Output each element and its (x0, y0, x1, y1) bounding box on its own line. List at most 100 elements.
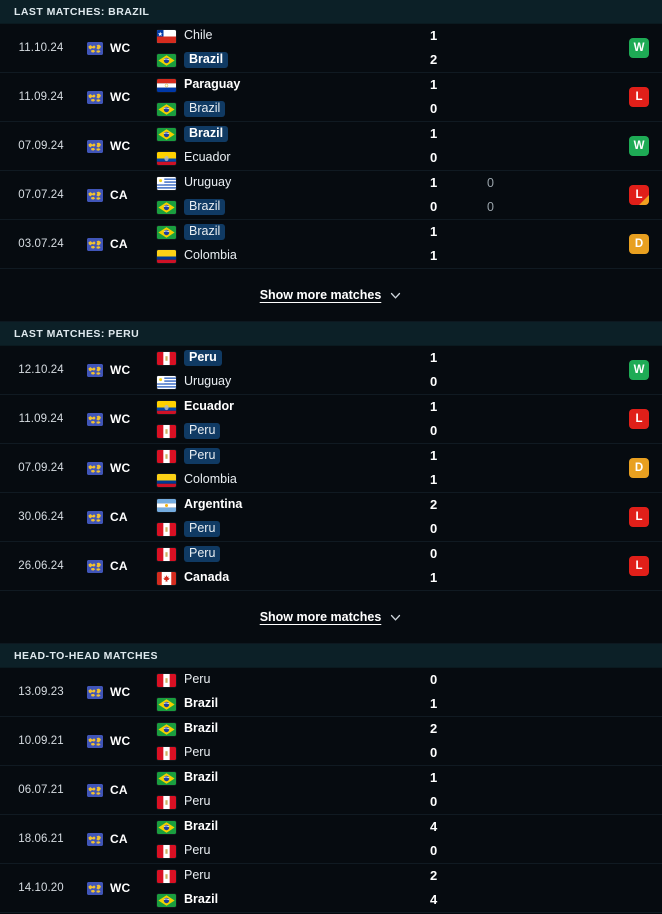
away-team-line[interactable]: Brazil (157, 101, 662, 117)
away-team-name[interactable]: Peru (184, 521, 221, 537)
home-team-line[interactable]: Peru (157, 350, 662, 366)
home-team-name[interactable]: Brazil (184, 721, 218, 737)
home-team-name[interactable]: Brazil (184, 126, 229, 142)
match-row[interactable]: 30.06.24 CA Argentina Peru 2 0 L (0, 493, 662, 542)
home-team-name[interactable]: Peru (184, 672, 210, 688)
home-team-line[interactable]: Peru (157, 868, 662, 884)
home-team-line[interactable]: Paraguay (157, 77, 662, 93)
away-team-name[interactable]: Peru (184, 843, 210, 859)
home-team-line[interactable]: Chile (157, 28, 662, 44)
competition-cell[interactable]: WC (82, 668, 154, 716)
match-row[interactable]: 10.09.21 WC Brazil Peru 2 0 (0, 717, 662, 766)
competition-cell[interactable]: WC (82, 864, 154, 912)
competition-cell[interactable]: WC (82, 395, 154, 443)
show-more-matches-button[interactable]: Show more matches (0, 269, 662, 322)
home-team-line[interactable]: Ecuador (157, 399, 662, 415)
competition-cell[interactable]: CA (82, 220, 154, 268)
away-team-name[interactable]: Brazil (184, 199, 226, 215)
away-team-name[interactable]: Brazil (184, 696, 218, 712)
away-team-name[interactable]: Uruguay (184, 374, 231, 390)
away-team-name[interactable]: Peru (184, 745, 210, 761)
home-team-name[interactable]: Brazil (184, 224, 226, 240)
home-team-name[interactable]: Peru (184, 868, 210, 884)
competition-cell[interactable]: CA (82, 171, 154, 219)
away-team-line[interactable]: Ecuador (157, 150, 662, 166)
away-team-line[interactable]: Peru (157, 745, 662, 761)
competition-cell[interactable]: CA (82, 542, 154, 590)
away-team-line[interactable]: Colombia (157, 472, 662, 488)
show-more-label[interactable]: Show more matches (260, 610, 382, 624)
away-team-line[interactable]: Uruguay (157, 374, 662, 390)
match-row[interactable]: 11.10.24 WC Chile Brazil 1 2 W (0, 24, 662, 73)
away-team-name[interactable]: Brazil (184, 892, 218, 908)
home-team-line[interactable]: Argentina (157, 497, 662, 513)
away-team-name[interactable]: Colombia (184, 248, 237, 264)
chevron-down-icon[interactable] (389, 611, 402, 624)
home-team-name[interactable]: Paraguay (184, 77, 240, 93)
match-row[interactable]: 03.07.24 CA Brazil Colombia 1 1 D (0, 220, 662, 269)
competition-cell[interactable]: CA (82, 815, 154, 863)
competition-cell[interactable]: CA (82, 766, 154, 814)
home-team-line[interactable]: Brazil (157, 770, 662, 786)
away-team-line[interactable]: Brazil (157, 52, 662, 68)
home-team-name[interactable]: Uruguay (184, 175, 231, 191)
result-badge-d: D (629, 234, 649, 254)
away-team-line[interactable]: Peru (157, 794, 662, 810)
home-team-line[interactable]: Brazil (157, 819, 662, 835)
home-team-name[interactable]: Peru (184, 546, 221, 562)
away-team-line[interactable]: Brazil (157, 199, 662, 215)
away-team-name[interactable]: Brazil (184, 101, 226, 117)
match-row[interactable]: 07.09.24 WC Brazil Ecuador 1 0 W (0, 122, 662, 171)
home-team-name[interactable]: Peru (184, 448, 221, 464)
away-team-name[interactable]: Ecuador (184, 150, 231, 166)
away-team-name[interactable]: Colombia (184, 472, 237, 488)
home-team-line[interactable]: Uruguay (157, 175, 662, 191)
home-team-name[interactable]: Brazil (184, 819, 218, 835)
home-penalty-score (487, 28, 517, 44)
match-row[interactable]: 07.09.24 WC Peru Colombia 1 1 D (0, 444, 662, 493)
home-team-name[interactable]: Ecuador (184, 399, 234, 415)
match-row[interactable]: 11.09.24 WC Paraguay Brazil 1 0 L (0, 73, 662, 122)
competition-cell[interactable]: WC (82, 444, 154, 492)
home-team-line[interactable]: Peru (157, 546, 662, 562)
home-team-line[interactable]: Peru (157, 672, 662, 688)
home-team-line[interactable]: Brazil (157, 126, 662, 142)
flag-icon-ec (157, 151, 176, 165)
match-row[interactable]: 12.10.24 WC Peru Uruguay 1 0 W (0, 346, 662, 395)
home-team-name[interactable]: Argentina (184, 497, 242, 513)
chevron-down-icon[interactable] (389, 289, 402, 302)
home-team-line[interactable]: Brazil (157, 721, 662, 737)
home-team-name[interactable]: Brazil (184, 770, 218, 786)
match-row[interactable]: 13.09.23 WC Peru Brazil 0 1 (0, 668, 662, 717)
match-row[interactable]: 07.07.24 CA Uruguay Brazil 1 0 0 0 L (0, 171, 662, 220)
away-team-line[interactable]: Canada (157, 570, 662, 586)
show-more-label[interactable]: Show more matches (260, 288, 382, 302)
secondary-score-column (487, 493, 517, 541)
competition-cell[interactable]: WC (82, 24, 154, 72)
match-row[interactable]: 18.06.21 CA Brazil Peru 4 0 (0, 815, 662, 864)
competition-cell[interactable]: WC (82, 122, 154, 170)
away-team-line[interactable]: Peru (157, 843, 662, 859)
home-team-line[interactable]: Peru (157, 448, 662, 464)
competition-cell[interactable]: WC (82, 346, 154, 394)
home-team-name[interactable]: Peru (184, 350, 222, 366)
competition-cell[interactable]: CA (82, 493, 154, 541)
match-row[interactable]: 26.06.24 CA Peru Canada 0 1 L (0, 542, 662, 591)
away-team-line[interactable]: Brazil (157, 696, 662, 712)
match-row[interactable]: 06.07.21 CA Brazil Peru 1 0 (0, 766, 662, 815)
away-team-name[interactable]: Brazil (184, 52, 229, 68)
away-team-name[interactable]: Peru (184, 794, 210, 810)
away-team-name[interactable]: Canada (184, 570, 229, 586)
show-more-matches-button[interactable]: Show more matches (0, 591, 662, 644)
home-team-name[interactable]: Chile (184, 28, 213, 44)
away-team-line[interactable]: Peru (157, 521, 662, 537)
competition-cell[interactable]: WC (82, 73, 154, 121)
match-row[interactable]: 14.10.20 WC Peru Brazil 2 4 (0, 864, 662, 913)
competition-cell[interactable]: WC (82, 717, 154, 765)
match-row[interactable]: 11.09.24 WC Ecuador Peru 1 0 L (0, 395, 662, 444)
away-team-line[interactable]: Colombia (157, 248, 662, 264)
away-team-name[interactable]: Peru (184, 423, 221, 439)
away-team-line[interactable]: Peru (157, 423, 662, 439)
away-team-line[interactable]: Brazil (157, 892, 662, 908)
home-team-line[interactable]: Brazil (157, 224, 662, 240)
